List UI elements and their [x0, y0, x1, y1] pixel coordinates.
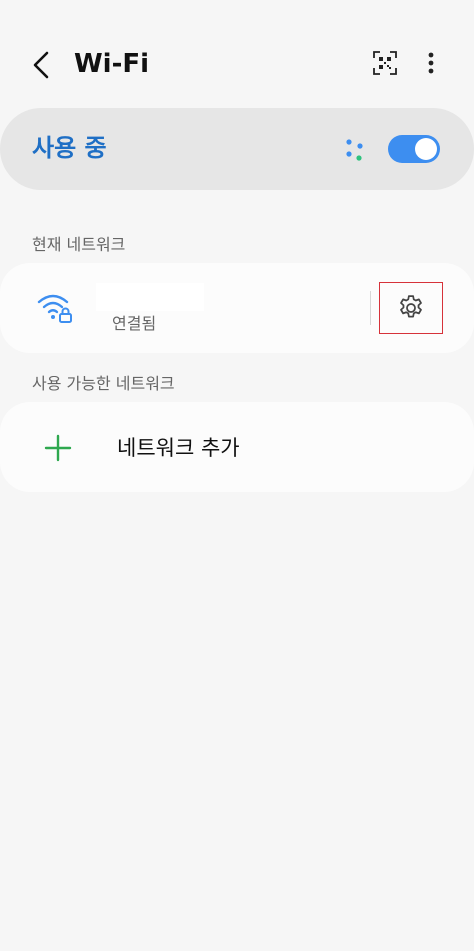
connection-dots-icon[interactable]	[340, 134, 370, 164]
master-switch-label: 사용 중	[32, 134, 107, 162]
page-title: Wi-Fi	[74, 49, 150, 79]
qr-scan-button[interactable]	[370, 48, 400, 78]
gear-icon	[400, 295, 422, 318]
wifi-settings-screen: Wi-Fi 사용 중 현재 네트워크 연결됨 사용 가능한 네트워크 네트워크 …	[0, 0, 474, 951]
wifi-toggle[interactable]	[388, 135, 440, 163]
connection-status: 연결됨	[112, 314, 157, 333]
chevron-left-icon	[33, 51, 49, 79]
wifi-master-switch[interactable]: 사용 중	[0, 108, 474, 190]
qr-code-scan-icon	[373, 51, 397, 75]
network-settings-button[interactable]	[379, 282, 443, 334]
more-vertical-icon	[428, 52, 434, 74]
network-name-redacted	[96, 283, 204, 311]
toggle-knob	[415, 138, 437, 160]
more-options-button[interactable]	[418, 48, 444, 78]
add-network-item[interactable]: 네트워크 추가	[0, 402, 474, 492]
divider	[370, 291, 371, 325]
current-network-header: 현재 네트워크	[32, 235, 126, 254]
add-network-label: 네트워크 추가	[117, 436, 240, 460]
available-networks-header: 사용 가능한 네트워크	[32, 374, 175, 393]
plus-icon	[44, 434, 72, 462]
wifi-lock-icon	[37, 294, 72, 323]
back-button[interactable]	[24, 48, 58, 82]
